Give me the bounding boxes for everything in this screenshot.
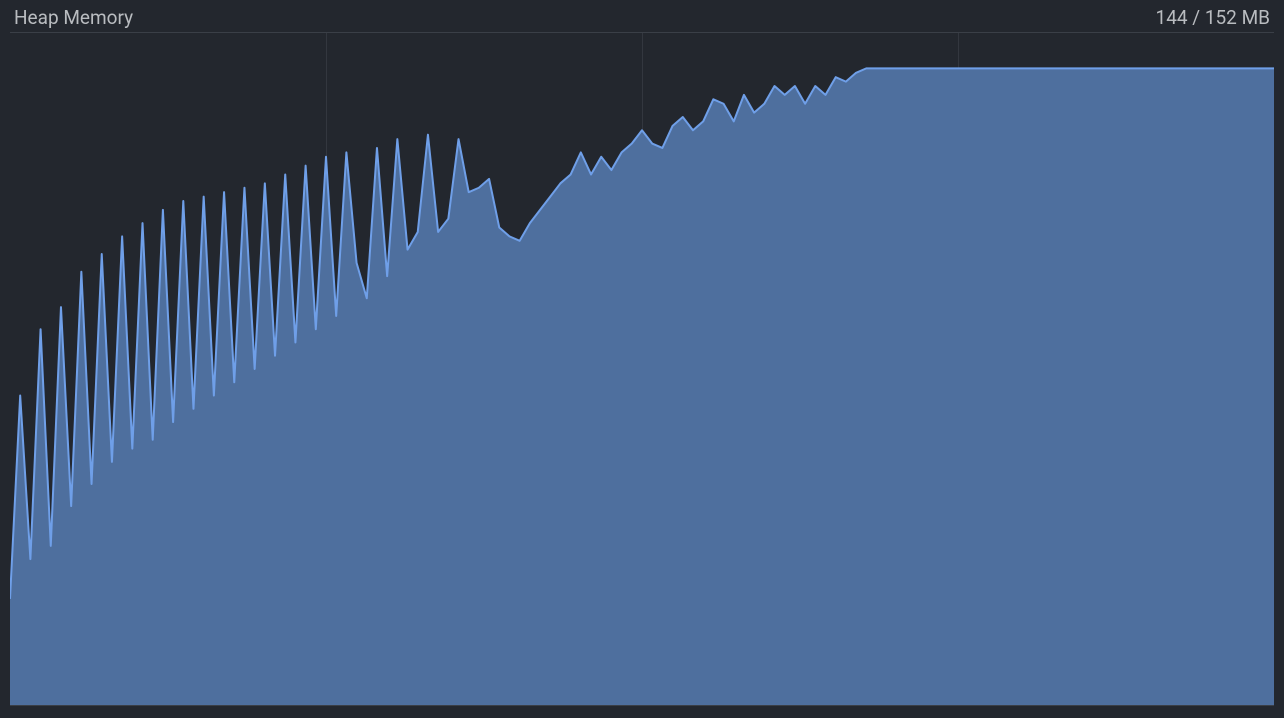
- heap-area-plot: [10, 33, 1274, 705]
- heap-memory-chart: [10, 32, 1274, 706]
- heap-memory-panel: Heap Memory 144 / 152 MB: [0, 0, 1284, 718]
- memory-usage-label: 144 / 152 MB: [1156, 6, 1270, 29]
- panel-header: Heap Memory 144 / 152 MB: [0, 0, 1284, 32]
- heap-area-fill: [10, 68, 1274, 705]
- panel-title: Heap Memory: [14, 6, 133, 29]
